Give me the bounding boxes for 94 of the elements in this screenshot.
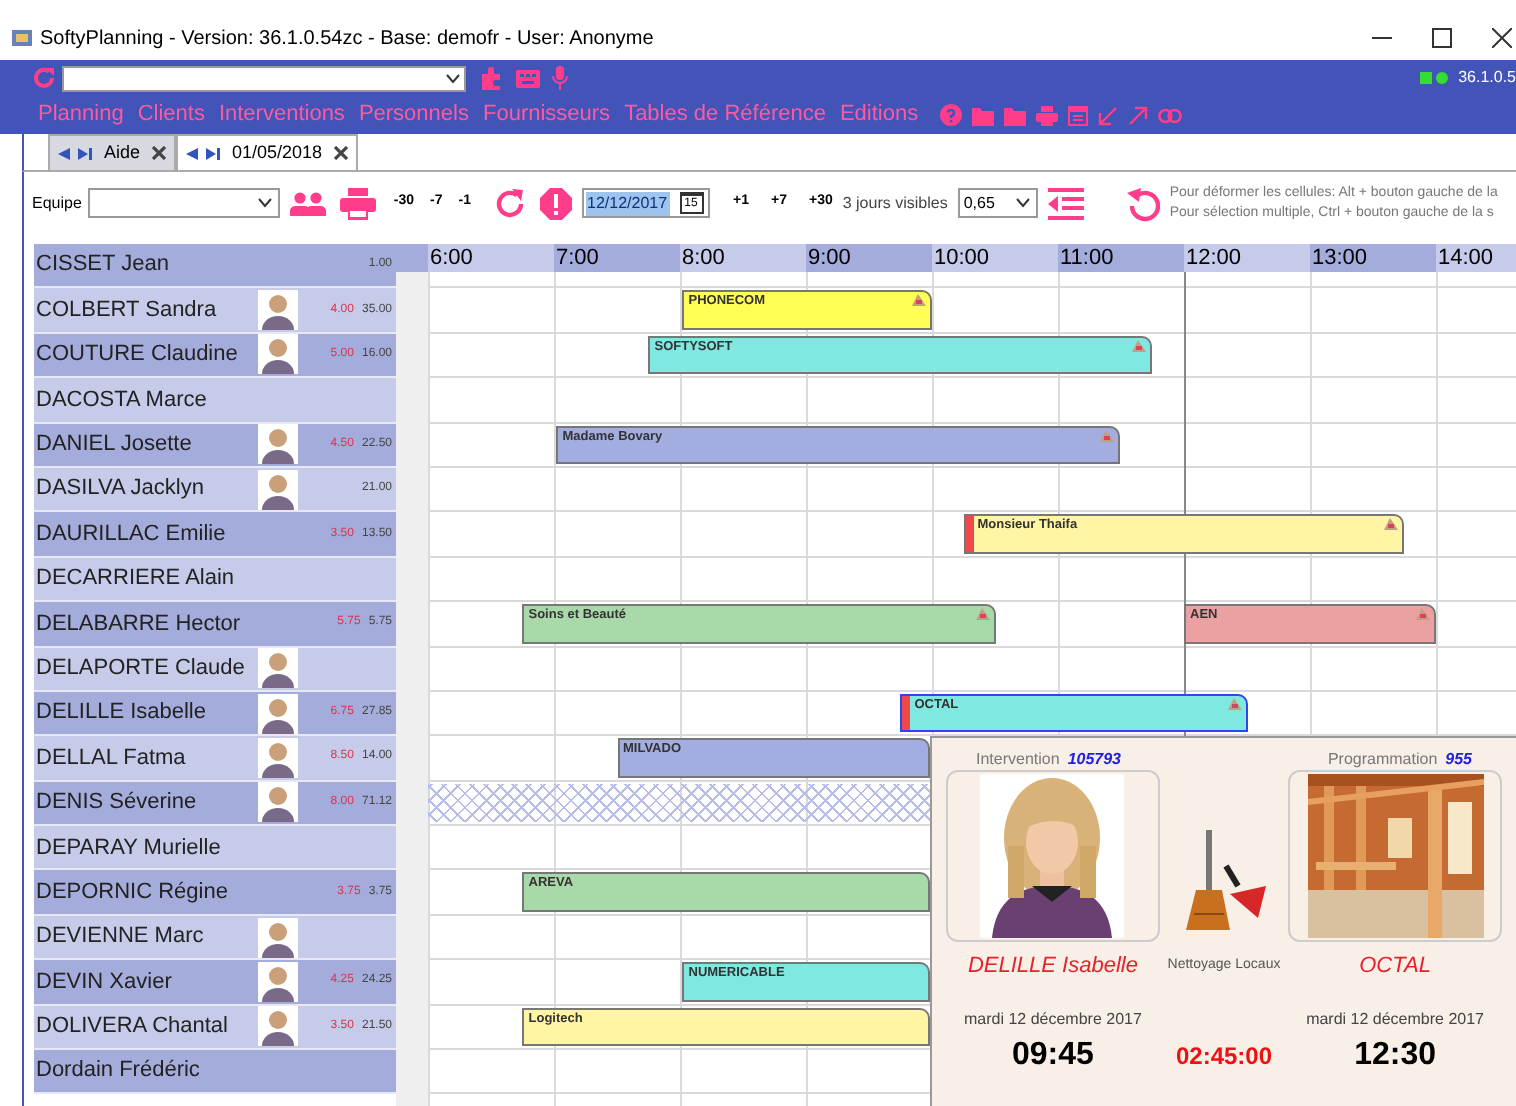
hour-label: 7:00	[554, 244, 680, 272]
intervention-label: Intervention	[976, 748, 1060, 772]
person-row[interactable]: DEPARAY Murielle	[34, 826, 396, 871]
end-date: mardi 12 décembre 2017	[1304, 1008, 1487, 1032]
hour-label: 8:00	[680, 244, 806, 272]
indent-icon[interactable]	[1047, 187, 1084, 219]
link-icon[interactable]	[1158, 107, 1183, 123]
people-icon[interactable]	[289, 191, 326, 215]
note-icon	[911, 294, 926, 307]
keyboard-icon[interactable]	[516, 69, 540, 87]
close-icon[interactable]	[152, 146, 167, 160]
hour-label: 14:00	[1436, 244, 1516, 272]
team-label: Equipe	[32, 191, 82, 215]
folder-icon[interactable]	[1004, 105, 1027, 125]
duration: 02:45:00	[1173, 1040, 1275, 1074]
refresh-icon[interactable]	[32, 66, 56, 90]
hour-label: 9:00	[806, 244, 932, 272]
status-square-icon	[1420, 72, 1433, 84]
search-combobox[interactable]	[62, 65, 466, 91]
folder-icon[interactable]	[972, 105, 995, 125]
person-name[interactable]: DANIEL Josette	[36, 428, 256, 461]
end-time: 12:30	[1352, 1036, 1438, 1076]
close-icon[interactable]	[1492, 28, 1512, 48]
arrow-right-end-icon	[78, 147, 92, 159]
chevron-down-icon	[1015, 198, 1030, 208]
status-dot-icon	[1436, 72, 1449, 84]
person-name[interactable]: DEPARAY Murielle	[36, 831, 256, 865]
puzzle-icon[interactable]	[480, 66, 504, 90]
person-name[interactable]: CISSET Jean	[36, 248, 256, 282]
days-visible-label: 3 jours visibles	[842, 191, 948, 215]
window-title: SoftyPlanning - Version: 36.1.0.54zc - Base: demofr - User: Anonyme	[40, 25, 654, 53]
alert-icon[interactable]	[539, 187, 572, 219]
arrow-left-icon	[186, 147, 199, 159]
start-time: 09:45	[1010, 1036, 1096, 1076]
person-name[interactable]: DEPORNIC Régine	[36, 875, 256, 909]
chevron-down-icon	[446, 73, 460, 83]
team-select[interactable]	[87, 188, 280, 218]
hour-label: 10:00	[932, 244, 1058, 272]
arrow-left-icon	[58, 147, 70, 159]
person-name[interactable]: DELLAL Fatma	[36, 741, 256, 775]
hour-label: 11:00	[1058, 244, 1184, 272]
microphone-icon[interactable]	[552, 66, 568, 90]
tab[interactable]: Aide	[48, 134, 177, 170]
arrow-down-left-icon[interactable]	[1098, 105, 1119, 125]
hour-label: 12:00	[1184, 244, 1310, 272]
printer-icon[interactable]	[339, 187, 376, 219]
person-name[interactable]: COUTURE Claudine	[36, 338, 256, 372]
note-icon	[1132, 339, 1147, 352]
refresh-icon[interactable]	[493, 187, 526, 219]
arrow-right-end-icon	[206, 147, 221, 159]
close-icon[interactable]	[334, 146, 349, 160]
person-name[interactable]: DECARRIERE Alain	[36, 562, 256, 596]
person-name[interactable]: Dordain Frédéric	[36, 1054, 256, 1088]
note-icon	[1384, 518, 1399, 531]
version-label: 36.1.0.5	[1458, 66, 1516, 90]
programme-label: Programmation	[1327, 748, 1438, 772]
chevron-down-icon	[257, 198, 272, 208]
note-icon	[1227, 697, 1241, 710]
person-name[interactable]: DEVIN Xavier	[36, 965, 256, 999]
header-corner	[396, 244, 428, 272]
person-name[interactable]: DELILLE Isabelle	[36, 696, 256, 730]
client-name: OCTAL	[1357, 951, 1433, 982]
programme-number: 955	[1445, 748, 1472, 772]
person-row[interactable]: DACOSTA Marce	[34, 378, 396, 424]
person-row[interactable]: DELAPORTE Claude	[34, 647, 396, 692]
undo-icon[interactable]	[1123, 185, 1160, 221]
person-name[interactable]: DAURILLAC Emilie	[36, 517, 256, 551]
hour-label: 13:00	[1310, 244, 1436, 272]
note-icon	[1100, 429, 1115, 442]
person-name[interactable]: DENIS Séverine	[36, 786, 256, 820]
arrow-up-right-icon[interactable]	[1128, 105, 1149, 125]
note-icon	[1416, 608, 1430, 621]
person-name[interactable]: DASILVA Jacklyn	[36, 472, 256, 506]
person-name[interactable]: DACOSTA Marce	[36, 383, 256, 417]
maximize-icon[interactable]	[1432, 28, 1452, 48]
zoom-select[interactable]: 0,65	[957, 188, 1038, 218]
start-date: mardi 12 décembre 2017	[961, 1008, 1144, 1032]
note-icon	[975, 608, 989, 621]
person-name[interactable]: DELAPORTE Claude	[36, 651, 256, 685]
person-row[interactable]: DECARRIERE Alain	[34, 557, 396, 603]
person-name[interactable]: DOLIVERA Chantal	[36, 1010, 256, 1044]
person-name[interactable]: DELABARRE Hector	[36, 607, 256, 641]
person-name[interactable]: DEVIENNE Marc	[36, 920, 256, 954]
person-name[interactable]: COLBERT Sandra	[36, 293, 256, 327]
person-name: DELILLE Isabelle	[965, 951, 1140, 982]
calendar-icon[interactable]	[1068, 104, 1089, 126]
app-icon	[10, 26, 34, 50]
person-row[interactable]: Dordain Frédéric	[34, 1050, 396, 1095]
printer-icon[interactable]	[1036, 105, 1059, 125]
help-icon[interactable]	[940, 104, 963, 126]
tab[interactable]: 01/05/2018	[176, 134, 359, 170]
person-row[interactable]: DEVIENNE Marc	[34, 915, 396, 961]
intervention-number: 105793	[1067, 748, 1122, 772]
hour-label: 6:00	[428, 244, 554, 272]
